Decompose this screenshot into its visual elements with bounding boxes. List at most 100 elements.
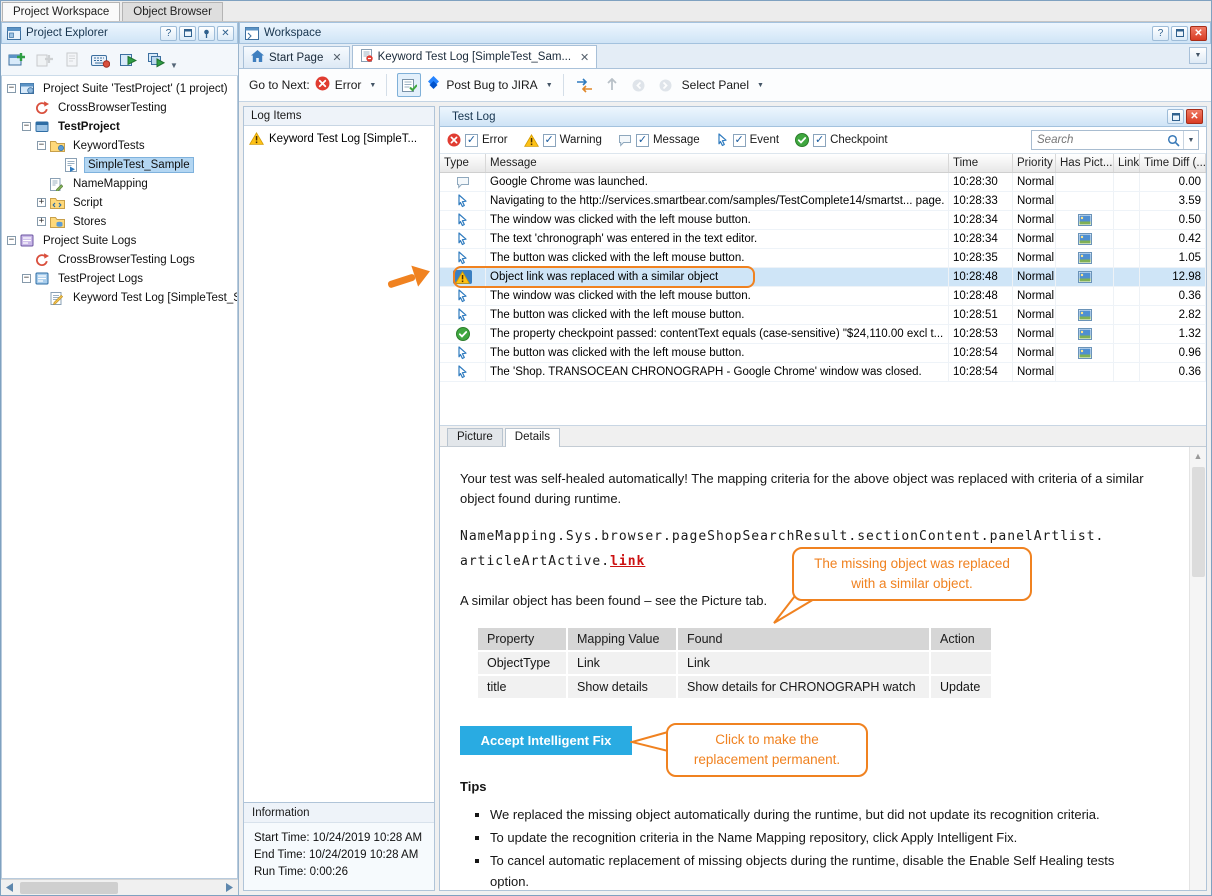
tree-item-simpletest-sample[interactable]: SimpleTest_Sample xyxy=(2,155,237,174)
log-item-keyword-test-log-simplet[interactable]: Keyword Test Log [SimpleT... xyxy=(244,130,434,147)
warning-icon xyxy=(524,134,539,147)
tab-keyword-test-log[interactable]: Keyword Test Log [SimpleTest_Sam... ✕ xyxy=(352,45,598,68)
tree-item-crossbrowsertesting-logs[interactable]: CrossBrowserTesting Logs xyxy=(2,250,237,269)
mapping-path-link[interactable]: link xyxy=(610,554,645,569)
log-view-toggle-button[interactable] xyxy=(397,73,421,97)
workspace-help-button[interactable]: ? xyxy=(1152,26,1169,41)
workspace-maximize-button[interactable] xyxy=(1171,26,1188,41)
column-header-type[interactable]: Type xyxy=(440,154,486,172)
filter-checkbox-message[interactable]: ✓ xyxy=(636,134,649,147)
workspace-close-button[interactable]: ✕ xyxy=(1190,26,1207,41)
scroll-right-icon[interactable] xyxy=(221,880,238,896)
tree-expander-icon[interactable]: − xyxy=(7,84,16,93)
log-row-time: 10:28:53 xyxy=(949,325,1013,343)
run-project-icon[interactable] xyxy=(116,47,141,72)
go-to-next-error-dropdown[interactable]: Error ▼ xyxy=(315,76,377,94)
mapping-path-line2: articleArtActive. xyxy=(460,554,610,569)
select-panel-dropdown[interactable]: Select Panel ▼ xyxy=(682,78,764,92)
back-icon[interactable] xyxy=(628,74,650,96)
tab-picture[interactable]: Picture xyxy=(447,428,503,446)
log-row-message: The 'Shop. TRANSOCEAN CHRONOGRAPH - Goog… xyxy=(486,363,949,381)
column-header-link[interactable]: Link xyxy=(1114,154,1140,172)
tree-item-script[interactable]: +Script xyxy=(2,193,237,212)
column-header-message[interactable]: Message xyxy=(486,154,949,172)
log-row[interactable]: The window was clicked with the left mou… xyxy=(440,211,1206,230)
workspace-tab-bar: Project Workspace Object Browser xyxy=(1,1,1211,22)
tab-project-workspace[interactable]: Project Workspace xyxy=(2,2,120,21)
callout-replaced-object: The missing object was replaced with a s… xyxy=(792,547,1032,601)
vscroll-thumb[interactable] xyxy=(1192,467,1205,577)
picture-icon xyxy=(1078,347,1092,359)
maximize-button[interactable] xyxy=(179,26,196,41)
tab-object-browser[interactable]: Object Browser xyxy=(122,2,223,21)
log-row[interactable]: The button was clicked with the left mou… xyxy=(440,344,1206,363)
close-panel-button[interactable]: ✕ xyxy=(217,26,234,41)
information-panel: Information Start Time: 10/24/2019 10:28… xyxy=(244,802,434,890)
tree-expander-icon[interactable]: − xyxy=(37,141,46,150)
up-one-level-icon[interactable] xyxy=(601,74,623,96)
warning-icon xyxy=(453,270,472,284)
tree-item-testproject[interactable]: −TestProject xyxy=(2,117,237,136)
filter-checkbox-warning[interactable]: ✓ xyxy=(543,134,556,147)
tree-item-project-suite-testproject-1-project[interactable]: −Project Suite 'TestProject' (1 project) xyxy=(2,79,237,98)
log-row[interactable]: Navigating to the http://services.smartb… xyxy=(440,192,1206,211)
close-tab-icon[interactable]: ✕ xyxy=(580,51,589,64)
tree-item-project-suite-logs[interactable]: −Project Suite Logs xyxy=(2,231,237,250)
tree-expander-icon[interactable]: − xyxy=(7,236,16,245)
filter-checkbox-checkpoint[interactable]: ✓ xyxy=(813,134,826,147)
test-log-close-button[interactable]: ✕ xyxy=(1186,109,1203,124)
tree-item-namemapping[interactable]: NameMapping xyxy=(2,174,237,193)
run-project-suite-icon[interactable] xyxy=(144,47,169,72)
log-row-time-diff: 1.05 xyxy=(1140,249,1206,267)
tree-item-keywordtests[interactable]: −KeywordTests xyxy=(2,136,237,155)
column-header-priority[interactable]: Priority xyxy=(1013,154,1056,172)
tree-item-stores[interactable]: +Stores xyxy=(2,212,237,231)
toolbar-overflow-chevron-icon[interactable]: ▼ xyxy=(170,61,178,70)
hscroll-thumb[interactable] xyxy=(20,882,118,894)
add-project-item-icon[interactable] xyxy=(32,47,57,72)
help-button[interactable]: ? xyxy=(160,26,177,41)
search-icon[interactable] xyxy=(1164,134,1183,147)
scroll-left-icon[interactable] xyxy=(1,880,18,896)
tree-expander-icon[interactable]: − xyxy=(22,122,31,131)
close-tab-icon[interactable]: ✕ xyxy=(332,51,341,64)
record-keyword-test-icon[interactable] xyxy=(88,47,113,72)
tree-expander-icon[interactable]: − xyxy=(22,274,31,283)
post-bug-to-jira-dropdown[interactable]: Post Bug to JIRA ▼ xyxy=(426,76,552,94)
compare-runs-icon[interactable] xyxy=(574,74,596,96)
accept-intelligent-fix-button[interactable]: Accept Intelligent Fix xyxy=(460,726,632,755)
add-project-suite-icon[interactable] xyxy=(4,47,29,72)
search-options-dropdown[interactable]: ▼ xyxy=(1184,137,1198,144)
column-header-has-pict[interactable]: Has Pict... xyxy=(1056,154,1114,172)
log-row[interactable]: The 'Shop. TRANSOCEAN CHRONOGRAPH - Goog… xyxy=(440,363,1206,382)
log-row[interactable]: The text 'chronograph' was entered in th… xyxy=(440,230,1206,249)
tree-item-crossbrowsertesting[interactable]: CrossBrowserTesting xyxy=(2,98,237,117)
pin-button[interactable] xyxy=(198,26,215,41)
log-row[interactable]: The window was clicked with the left mou… xyxy=(440,287,1206,306)
filter-checkbox-event[interactable]: ✓ xyxy=(733,134,746,147)
log-row[interactable]: Google Chrome was launched.10:28:30Norma… xyxy=(440,173,1206,192)
log-row[interactable]: The button was clicked with the left mou… xyxy=(440,306,1206,325)
tab-list-dropdown[interactable]: ▼ xyxy=(1189,47,1207,64)
tree-expander-icon[interactable]: + xyxy=(37,217,46,226)
search-input[interactable] xyxy=(1032,134,1164,146)
test-log-maximize-button[interactable] xyxy=(1167,109,1184,124)
event-icon xyxy=(456,346,469,360)
hscroll-track[interactable] xyxy=(18,880,221,896)
filter-checkbox-error[interactable]: ✓ xyxy=(465,134,478,147)
log-row[interactable]: Object link was replaced with a similar … xyxy=(440,268,1206,287)
scroll-up-icon[interactable]: ▲ xyxy=(1190,447,1206,464)
log-row-type xyxy=(440,249,486,267)
tree-expander-icon[interactable]: + xyxy=(37,198,46,207)
add-file-icon[interactable] xyxy=(60,47,85,72)
forward-icon[interactable] xyxy=(655,74,677,96)
tab-details[interactable]: Details xyxy=(505,428,560,447)
log-row[interactable]: The property checkpoint passed: contentT… xyxy=(440,325,1206,344)
tab-start-page[interactable]: Start Page ✕ xyxy=(243,46,350,68)
column-header-time-diff[interactable]: Time Diff (... xyxy=(1140,154,1206,172)
tree-item-testproject-logs[interactable]: −TestProject Logs xyxy=(2,269,237,288)
column-header-time[interactable]: Time xyxy=(949,154,1013,172)
checkpoint-icon xyxy=(456,327,470,341)
tree-item-keyword-test-log-simpletest-s[interactable]: Keyword Test Log [SimpleTest_S xyxy=(2,288,237,307)
log-row[interactable]: The button was clicked with the left mou… xyxy=(440,249,1206,268)
